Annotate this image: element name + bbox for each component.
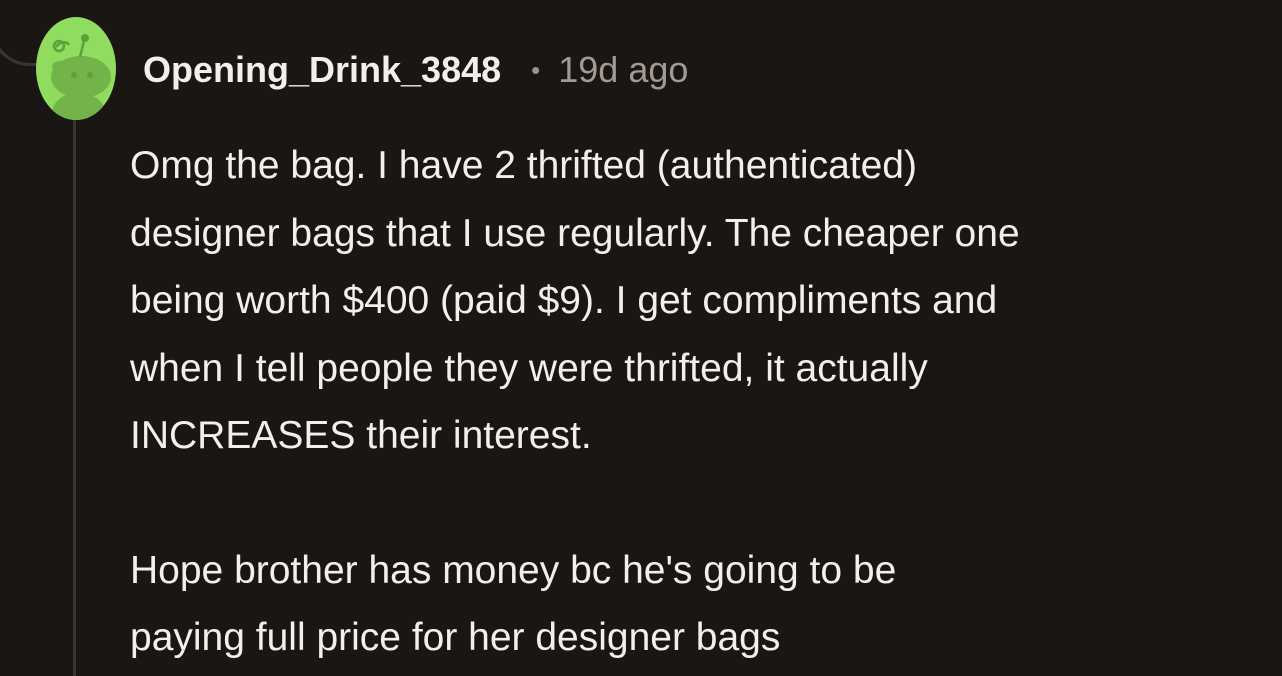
text-line: Hope brother has money bc he's going to … xyxy=(130,548,897,592)
text-line: when I tell people they were thrifted, i… xyxy=(130,346,928,390)
text-line: paying full price for her designer bags xyxy=(130,616,781,659)
text-line: Omg the bag. I have 2 thrifted (authenti… xyxy=(130,144,917,187)
thread-line[interactable] xyxy=(73,120,76,676)
text-line: designer bags that I use regularly. The … xyxy=(130,211,1020,255)
text-line: INCREASES their interest. xyxy=(130,414,592,457)
snoo-avatar-icon[interactable] xyxy=(36,17,116,120)
comment-header: Opening_Drink_3848 • 19d ago xyxy=(143,46,688,94)
author-username-link[interactable]: Opening_Drink_3848 xyxy=(143,49,501,91)
paragraph-1: Omg the bag. I have 2 thrifted (authenti… xyxy=(130,132,1270,470)
text-line: being worth $400 (paid $9). I get compli… xyxy=(130,279,998,322)
paragraph-2: Hope brother has money bc he's going to … xyxy=(130,537,1270,672)
comment-body: Omg the bag. I have 2 thrifted (authenti… xyxy=(130,132,1270,672)
thread-connector-curve xyxy=(0,0,38,66)
separator-dot: • xyxy=(531,54,541,85)
comment-timestamp[interactable]: 19d ago xyxy=(558,49,688,91)
